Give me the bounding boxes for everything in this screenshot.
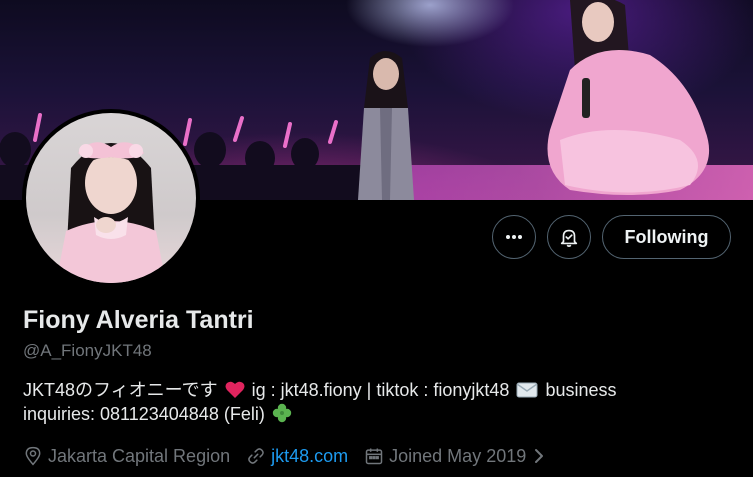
profile-handle: @A_FionyJKT48 [23, 341, 152, 360]
profile-location: Jakarta Capital Region [23, 446, 230, 467]
bio-text-intro: JKT48のフィオニーです [23, 380, 218, 400]
bio-text-inquiries: inquiries: 081123404848 (Feli) [23, 404, 265, 424]
location-pin-icon [25, 446, 41, 466]
bio-text-business: business [545, 380, 617, 400]
profile-avatar[interactable] [22, 109, 200, 287]
banner-performer-figure [547, 0, 710, 195]
clover-emoji [272, 403, 292, 423]
avatar-photo [26, 113, 196, 283]
notifications-button[interactable] [547, 215, 591, 259]
chevron-right-icon[interactable] [532, 448, 546, 464]
following-button[interactable]: Following [602, 215, 731, 259]
bell-icon [560, 229, 578, 247]
heart-emoji [225, 381, 245, 398]
link-icon [248, 448, 264, 464]
banner-standing-figure [358, 51, 414, 200]
profile-display-name: Fiony Alveria Tantri [23, 306, 254, 334]
bio-line-2: inquiries: 081123404848 (Feli) [23, 402, 723, 426]
website-link[interactable]: jkt48.com [271, 446, 348, 467]
bio-text-socials: ig : jkt48.fiony | tiktok : fionyjkt48 [251, 380, 510, 400]
more-icon [506, 235, 522, 239]
location-text: Jakarta Capital Region [48, 445, 231, 466]
profile-bio: JKT48のフィオニーです ig : jkt48.fiony | tiktok … [23, 378, 723, 426]
envelope-emoji [516, 382, 538, 398]
profile-website[interactable]: jkt48.com [246, 446, 348, 467]
profile-meta-row: Jakarta Capital Region jkt48.com Joined … [23, 443, 567, 469]
calendar-icon [365, 448, 383, 465]
bio-line-1: JKT48のフィオニーです ig : jkt48.fiony | tiktok … [23, 378, 723, 402]
profile-joined: Joined May 2019 [364, 446, 551, 467]
avatar-illustration [56, 142, 166, 283]
more-options-button[interactable] [492, 215, 536, 259]
joined-text: Joined May 2019 [389, 445, 527, 466]
